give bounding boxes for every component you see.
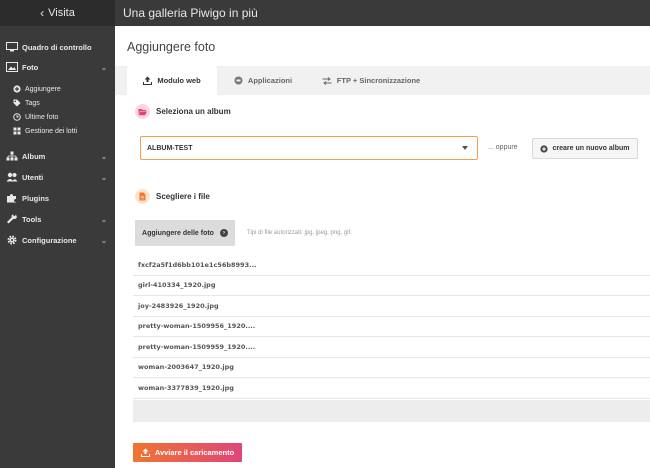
sidebar-subitem-label: Gestione dei lotti bbox=[25, 127, 78, 135]
add-photos-label: Aggiungere delle foto bbox=[142, 229, 214, 237]
section-heading-text: Scegliere i file bbox=[156, 192, 210, 201]
sidebar-subitem-label: Ultime foto bbox=[25, 113, 59, 121]
plus-circle-icon bbox=[12, 85, 21, 94]
gear-icon bbox=[5, 235, 19, 245]
sidebar-item-label: Foto bbox=[22, 62, 39, 72]
chevron-left-icon: ‹ bbox=[40, 6, 45, 20]
sidebar: Quadro di controllo Foto ⌄ Aggiungere Ta… bbox=[0, 26, 115, 468]
main-content: Aggiungere foto Modulo web Applicazioni … bbox=[115, 26, 650, 468]
or-text: ... oppure bbox=[488, 144, 518, 151]
plus-circle-icon bbox=[540, 144, 549, 153]
caret-down-icon bbox=[462, 146, 468, 150]
file-list-item: pretty-woman-1509956_1920.... bbox=[133, 317, 650, 337]
sidebar-item-label: Plugins bbox=[22, 193, 50, 203]
file-list-item: woman-3377839_1920.jpg bbox=[133, 378, 650, 399]
choose-files-heading: Scegliere i file bbox=[135, 189, 210, 204]
tag-icon bbox=[12, 99, 21, 108]
file-list-item: joy-2483926_1920.jpg bbox=[133, 296, 650, 317]
puzzle-icon bbox=[234, 76, 243, 85]
chevron-down-icon: ⌄ bbox=[100, 235, 108, 245]
tab-ftp-sincronizzazione[interactable]: FTP + Sincronizzazione bbox=[311, 66, 431, 95]
sidebar-subitem-aggiungere[interactable]: Aggiungere bbox=[12, 83, 61, 95]
create-album-label: creare un nuovo album bbox=[552, 145, 630, 152]
file-list: fxcf2a5f1d6bb101e1c56b8993... girl-41033… bbox=[133, 255, 650, 399]
album-select[interactable]: ALBUM-TEST bbox=[140, 136, 478, 160]
puzzle-icon bbox=[5, 193, 19, 203]
chevron-down-icon: ⌄ bbox=[100, 172, 108, 182]
gallery-title: Una galleria Piwigo in più bbox=[123, 6, 258, 20]
file-list-item: fxcf2a5f1d6bb101e1c56b8993... bbox=[133, 255, 650, 276]
upload-icon bbox=[140, 448, 150, 457]
tab-applicazioni[interactable]: Applicazioni bbox=[223, 66, 303, 95]
arrow-right-circle-icon: › bbox=[219, 229, 228, 237]
wrench-icon bbox=[5, 214, 19, 224]
sidebar-item-configurazione[interactable]: Configurazione ⌄ bbox=[0, 231, 115, 249]
sidebar-item-utenti[interactable]: Utenti ⌄ bbox=[0, 168, 115, 186]
album-select-value: ALBUM-TEST bbox=[147, 144, 193, 152]
sidebar-subitem-tags[interactable]: Tags bbox=[12, 97, 40, 109]
sidebar-item-label: Tools bbox=[22, 214, 42, 224]
sidebar-item-dashboard[interactable]: Quadro di controllo bbox=[0, 38, 115, 56]
upload-icon bbox=[143, 76, 153, 85]
add-photos-button[interactable]: Aggiungere delle foto › bbox=[135, 220, 235, 246]
start-upload-label: Avviare il caricamento bbox=[154, 448, 235, 457]
transfer-icon bbox=[322, 76, 332, 85]
sidebar-item-album[interactable]: Album ⌄ bbox=[0, 147, 115, 165]
file-list-footer bbox=[133, 400, 650, 422]
chevron-down-icon: ⌄ bbox=[100, 151, 108, 161]
chevron-down-icon: ⌄ bbox=[100, 62, 108, 72]
monitor-icon bbox=[5, 42, 19, 52]
sitemap-icon bbox=[5, 151, 19, 161]
section-heading-text: Seleziona un album bbox=[156, 107, 231, 116]
sidebar-subitem-label: Tags bbox=[25, 99, 40, 107]
tab-label: Applicazioni bbox=[247, 76, 293, 85]
select-album-heading: Seleziona un album bbox=[135, 104, 231, 119]
file-icon bbox=[135, 189, 150, 204]
tab-modulo-web[interactable]: Modulo web bbox=[127, 66, 217, 95]
allowed-file-types: Tipi di file autorizzati: jpg, jpeg, png… bbox=[247, 230, 352, 236]
folder-open-icon bbox=[135, 104, 150, 119]
sidebar-subitem-label: Aggiungere bbox=[25, 85, 61, 93]
sidebar-item-label: Configurazione bbox=[22, 235, 77, 245]
back-to-gallery-button[interactable]: ‹ Visita bbox=[0, 0, 115, 26]
back-label: Visita bbox=[48, 7, 75, 19]
file-list-item: woman-2003647_1920.jpg bbox=[133, 358, 650, 378]
tabs-row: Modulo web Applicazioni FTP + Sincronizz… bbox=[115, 66, 650, 95]
file-list-item: girl-410334_1920.jpg bbox=[133, 276, 650, 296]
file-list-item: pretty-woman-1509959_1920.... bbox=[133, 337, 650, 358]
sidebar-subitem-ultime-foto[interactable]: Ultime foto bbox=[12, 111, 58, 123]
sidebar-item-tools[interactable]: Tools ⌄ bbox=[0, 210, 115, 228]
sidebar-item-label: Utenti bbox=[22, 172, 44, 182]
users-icon bbox=[5, 172, 19, 182]
grid-icon bbox=[12, 127, 21, 136]
sidebar-item-foto[interactable]: Foto ⌄ bbox=[0, 58, 115, 76]
sidebar-item-label: Quadro di controllo bbox=[22, 42, 92, 52]
tab-label: Modulo web bbox=[157, 76, 201, 85]
chevron-down-icon: ⌄ bbox=[100, 214, 108, 224]
image-icon bbox=[5, 62, 19, 72]
sidebar-item-plugins[interactable]: Plugins bbox=[0, 189, 115, 207]
create-album-button[interactable]: creare un nuovo album bbox=[532, 138, 638, 159]
page-title: Aggiungere foto bbox=[127, 40, 216, 54]
start-upload-button[interactable]: Avviare il caricamento bbox=[133, 443, 242, 462]
top-bar: ‹ Visita Una galleria Piwigo in più bbox=[0, 0, 650, 26]
sidebar-item-label: Album bbox=[22, 151, 46, 161]
sidebar-subitem-gestione-lotti[interactable]: Gestione dei lotti bbox=[12, 125, 77, 137]
clock-icon bbox=[12, 113, 21, 122]
tab-label: FTP + Sincronizzazione bbox=[336, 76, 421, 85]
